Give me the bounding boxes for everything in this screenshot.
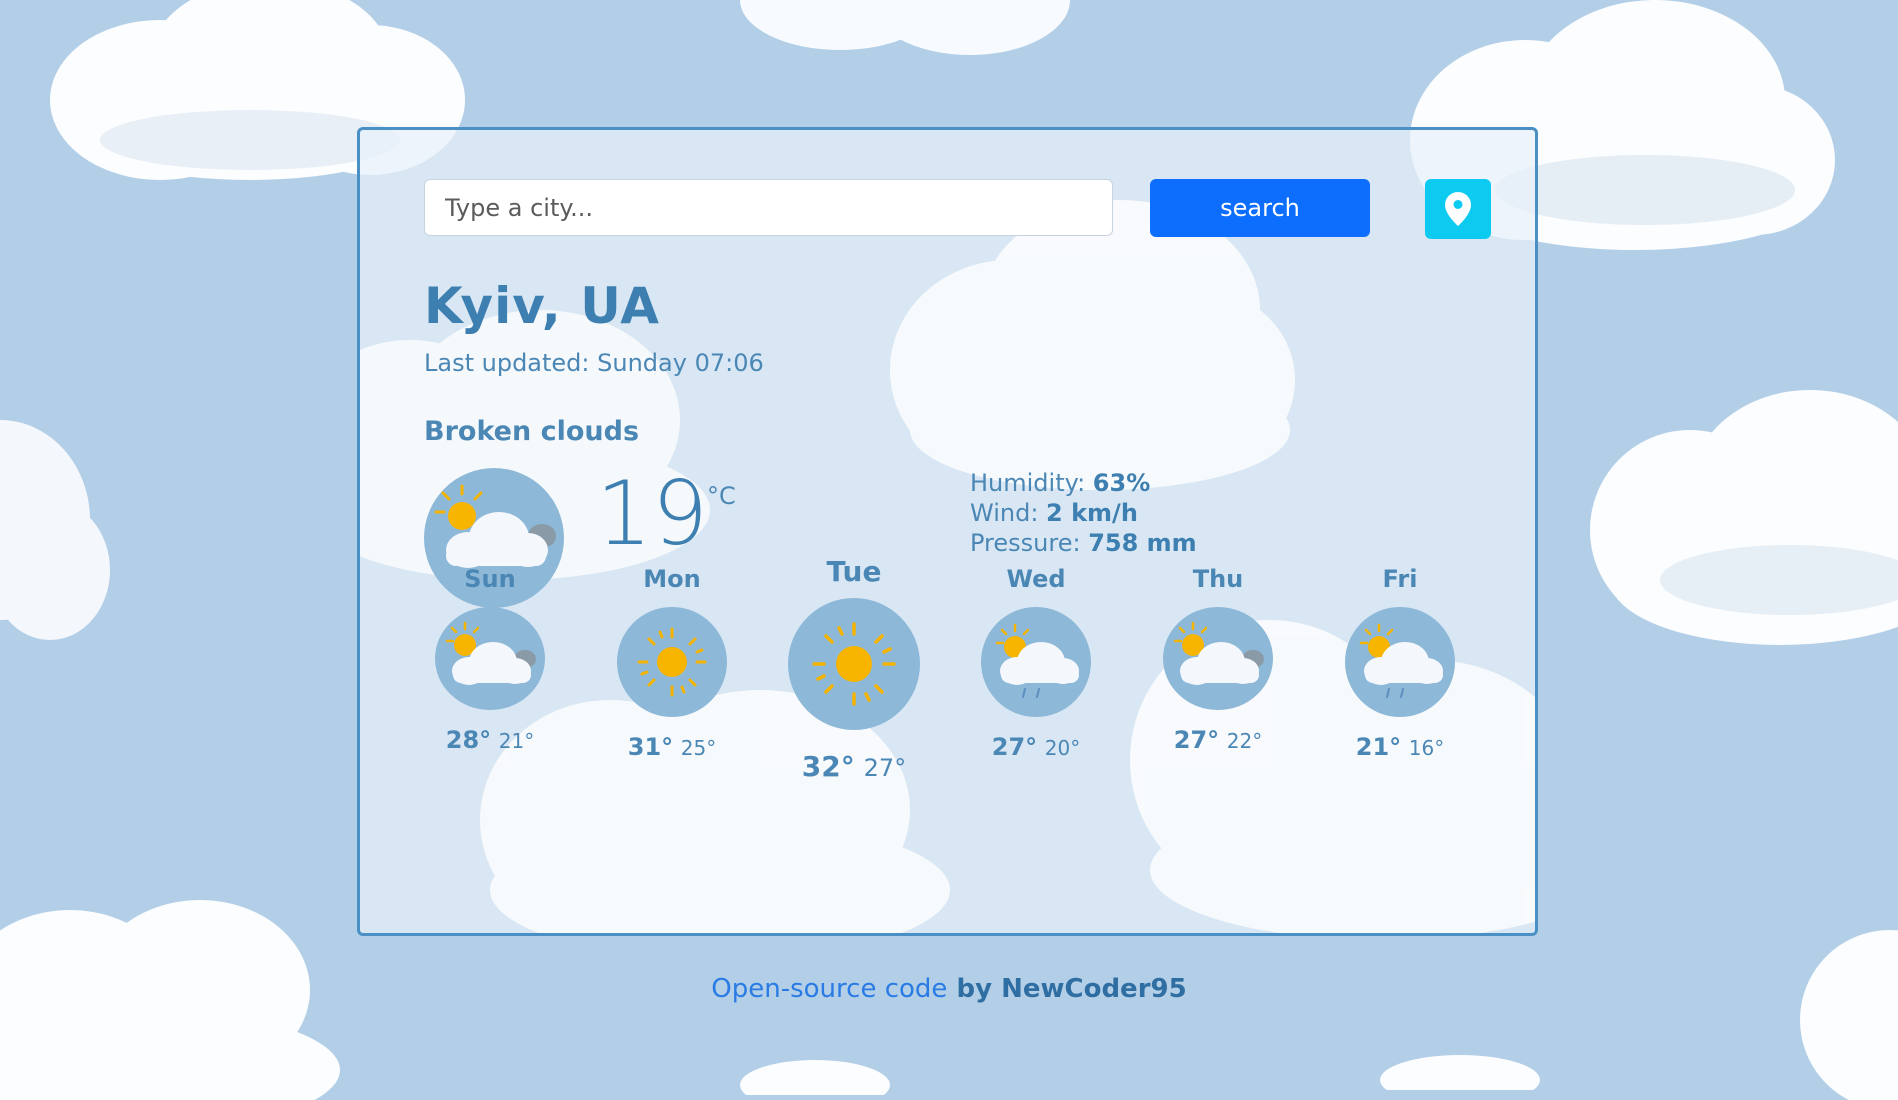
forecast-max: 28° (445, 726, 492, 754)
forecast-temps: 21° 16° (1325, 733, 1475, 761)
background-cloud-icon (1580, 380, 1898, 660)
forecast-temps: 32° 27° (779, 750, 929, 783)
forecast-day: Mon 31° 25° (597, 555, 747, 761)
forecast-day-name: Sun (464, 565, 516, 593)
forecast-day: Tue 32° 27° (779, 555, 929, 783)
forecast-day: Fri 21° 16° (1325, 555, 1475, 761)
forecast-min: 22° (1226, 729, 1263, 753)
temperature-unit: °C (707, 482, 736, 510)
wind-stat: Wind: 2 km/h (970, 499, 1138, 527)
sun-behind-cloud-icon (435, 607, 545, 710)
current-temperature: 19 (596, 462, 708, 565)
sun-cloud-rain-icon (1345, 607, 1455, 717)
forecast-day-name: Mon (643, 565, 701, 593)
forecast-min: 16° (1408, 736, 1445, 760)
author-name: NewCoder95 (1001, 974, 1187, 1004)
search-input[interactable] (424, 179, 1113, 236)
forecast-min: 25° (680, 736, 717, 760)
forecast-day: Wed 27° 20° (961, 555, 1111, 761)
forecast-max: 21° (1355, 733, 1402, 761)
search-button[interactable]: search (1150, 179, 1370, 237)
last-updated: Last updated: Sunday 07:06 (424, 349, 764, 377)
sun-cloud-rain-icon (981, 607, 1091, 717)
footer: Open-source code by NewCoder95 (0, 974, 1898, 1004)
forecast-max: 32° (801, 750, 855, 783)
sun-behind-cloud-icon (1163, 607, 1273, 710)
background-cloud-icon (1380, 1050, 1540, 1090)
forecast-day: Sun 28° 21° (415, 555, 565, 754)
weather-card: search Kyiv, UA Last updated: Sunday 07:… (357, 127, 1538, 936)
city-name: Kyiv, UA (424, 277, 660, 335)
sun-icon (788, 598, 920, 730)
background-cloud-icon (740, 1055, 890, 1095)
background-cloud-icon (1800, 920, 1898, 1100)
forecast-day: Thu 27° 22° (1143, 555, 1293, 754)
pressure-stat: Pressure: 758 mm (970, 529, 1197, 557)
forecast-day-name: Thu (1192, 565, 1244, 593)
forecast-temps: 28° 21° (415, 726, 565, 754)
forecast-max: 31° (627, 733, 674, 761)
forecast-day-name: Wed (1006, 565, 1066, 593)
sun-icon (617, 607, 727, 717)
background-cloud-icon (880, 200, 1310, 500)
background-cloud-icon (740, 0, 1070, 60)
background-cloud-icon (0, 410, 120, 650)
forecast-min: 27° (863, 754, 907, 782)
source-code-link[interactable]: Open-source code (711, 974, 947, 1004)
forecast-min: 21° (498, 729, 535, 753)
weather-stats: Humidity: 63% Wind: 2 km/h Pressure: 758… (970, 468, 1197, 558)
humidity-stat: Humidity: 63% (970, 469, 1151, 497)
forecast-min: 20° (1044, 736, 1081, 760)
footer-by: by (947, 974, 1002, 1004)
forecast-max: 27° (991, 733, 1038, 761)
forecast-temps: 31° 25° (597, 733, 747, 761)
weather-description: Broken clouds (424, 416, 640, 447)
forecast-day-name: Fri (1382, 565, 1418, 593)
forecast-list: Sun 28° 21° Mon 31° 25° Tue 32° 27° Wed … (415, 555, 1475, 933)
forecast-day-name: Tue (826, 555, 882, 588)
forecast-temps: 27° 20° (961, 733, 1111, 761)
location-button[interactable] (1425, 179, 1491, 239)
forecast-max: 27° (1173, 726, 1220, 754)
forecast-temps: 27° 22° (1143, 726, 1293, 754)
location-pin-icon (1445, 192, 1471, 226)
